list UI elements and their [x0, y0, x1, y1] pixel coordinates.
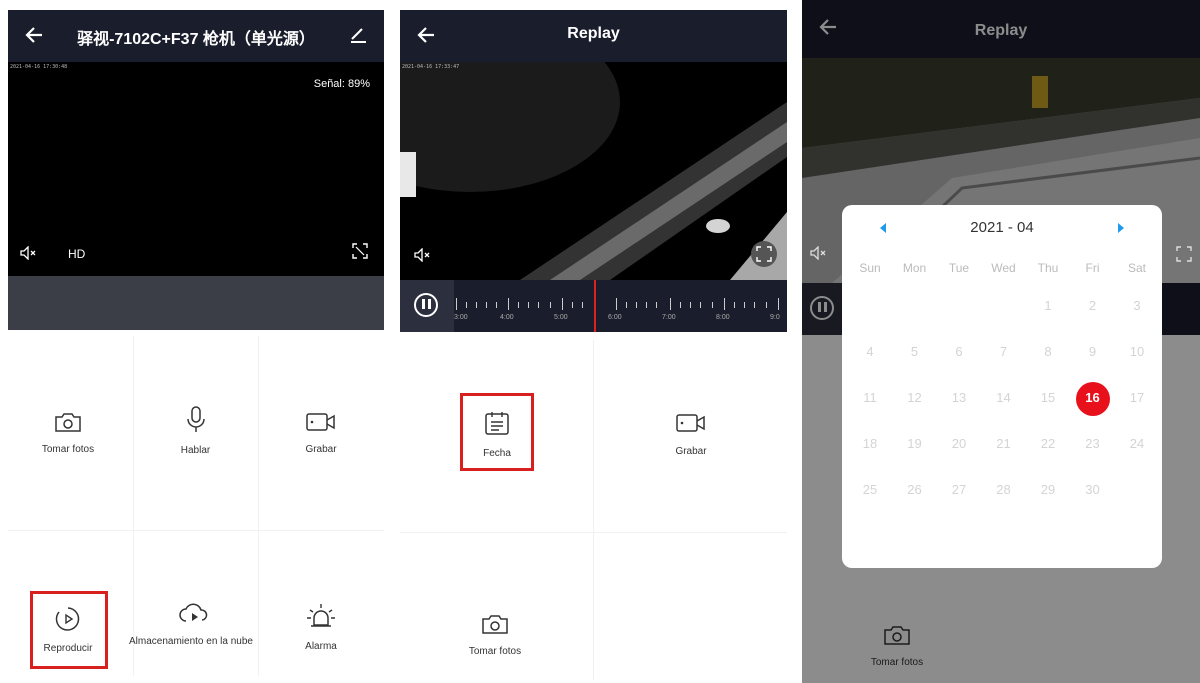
calendar-day[interactable]: 19	[893, 436, 937, 451]
timeline-label: 9:0	[770, 314, 780, 321]
calendar-day[interactable]: 22	[1026, 436, 1070, 451]
calendar-day[interactable]: 9	[1071, 344, 1115, 359]
video-timestamp: 2021-04-16 17:33:47	[402, 64, 460, 70]
take-photo-label: Tomar fotos	[41, 444, 95, 455]
calendar-day[interactable]: 1	[1026, 298, 1070, 313]
hd-toggle[interactable]: HD	[68, 247, 85, 261]
calendar-day[interactable]: 29	[1026, 482, 1070, 497]
talk-label: Hablar	[180, 445, 211, 456]
replay-screen: Replay 2021-04-16 17:33:47 3:00 4:00 5:0…	[400, 0, 787, 683]
calendar-day[interactable]: 25	[848, 482, 892, 497]
fullscreen-icon	[1176, 246, 1192, 262]
timeline-label: 4:00	[500, 314, 514, 321]
highlight-box	[30, 591, 108, 669]
take-photo-button[interactable]: Tomar fotos	[455, 612, 535, 657]
edit-icon[interactable]	[348, 24, 368, 44]
weekday-label: Tue	[948, 261, 970, 275]
timeline-bar[interactable]: 3:00 4:00 5:00 6:00 7:00 8:00 9:0	[400, 280, 787, 332]
weekday-label: Wed	[991, 261, 1016, 275]
calendar-day[interactable]: 17	[1115, 390, 1159, 405]
control-strip	[8, 276, 384, 330]
grid-divider	[400, 532, 787, 533]
calendar-day[interactable]: 7	[982, 344, 1026, 359]
calendar-day[interactable]: 5	[893, 344, 937, 359]
calendar-day[interactable]: 24	[1115, 436, 1159, 451]
signal-strength: Señal: 89%	[313, 78, 370, 90]
record-label: Grabar	[675, 446, 707, 457]
calendar-day[interactable]: 18	[848, 436, 892, 451]
replay-video[interactable]: 2021-04-16 17:33:47	[400, 62, 787, 280]
timeline-label: 5:00	[554, 314, 568, 321]
calendar-day[interactable]: 4	[848, 344, 892, 359]
selected-day[interactable]: 16	[1071, 390, 1115, 405]
mute-icon	[810, 246, 826, 260]
calendar-day[interactable]: 8	[1026, 344, 1070, 359]
video-frame	[400, 62, 787, 280]
grid-divider	[8, 530, 384, 531]
calendar-day[interactable]: 14	[982, 390, 1026, 405]
take-photo-button[interactable]: Tomar fotos	[8, 410, 128, 455]
timeline-label: 3:00	[454, 314, 468, 321]
calendar-day[interactable]: 2	[1071, 298, 1115, 313]
mute-icon[interactable]	[414, 248, 432, 262]
calendar-day[interactable]: 6	[937, 344, 981, 359]
weekday-label: Thu	[1037, 261, 1059, 275]
timeline-label: 7:00	[662, 314, 676, 321]
grid-divider	[593, 340, 594, 680]
fullscreen-icon[interactable]	[352, 243, 368, 259]
cloud-storage-button[interactable]: Almacenamiento en la nube	[129, 600, 254, 647]
date-picker: 2021 - 04 Sun Mon Tue Wed Thu Fri Sat 12345678…	[842, 205, 1162, 568]
top-bar: Replay	[400, 10, 787, 62]
calendar-day[interactable]: 23	[1071, 436, 1115, 451]
record-label: Grabar	[305, 444, 337, 455]
weekday-label: Sun	[859, 261, 881, 275]
mute-icon[interactable]	[20, 246, 38, 260]
timeline-cursor[interactable]	[594, 280, 596, 332]
microphone-icon	[186, 406, 205, 432]
calendar-day[interactable]: 21	[982, 436, 1026, 451]
calendar-day[interactable]: 12	[893, 390, 937, 405]
calendar-day[interactable]: 30	[1071, 482, 1115, 497]
top-bar: 驿视-7102C+F37 枪机（单光源）	[8, 10, 384, 62]
record-button[interactable]: Grabar	[650, 410, 732, 457]
calendar-day[interactable]: 13	[937, 390, 981, 405]
month-label: 2021 - 04	[970, 219, 1034, 236]
calendar-day[interactable]: 15	[1026, 390, 1070, 405]
next-month-icon[interactable]	[1118, 223, 1124, 233]
pause-button[interactable]	[400, 280, 454, 332]
calendar-day[interactable]: 28	[982, 482, 1026, 497]
live-video[interactable]: 2021-04-16 17:30:48 Señal: 89% HD	[8, 62, 384, 276]
calendar-day[interactable]: 3	[1115, 298, 1159, 313]
cloud-play-icon	[179, 603, 208, 622]
calendar-day[interactable]: 27	[937, 482, 981, 497]
timeline-label: 8:00	[716, 314, 730, 321]
highlight-box	[460, 393, 534, 471]
video-record-icon	[306, 413, 335, 431]
device-title: 驿视-7102C+F37 枪机（单光源）	[77, 31, 315, 48]
weekday-label: Sat	[1127, 261, 1146, 275]
camera-icon	[55, 413, 81, 432]
calendar-day[interactable]: 11	[848, 390, 892, 405]
weekday-label: Fri	[1085, 261, 1100, 275]
live-view-screen: 驿视-7102C+F37 枪机（单光源） 2021-04-16 17:30:48…	[8, 0, 384, 683]
weekday-label: Mon	[902, 261, 927, 275]
calendar-day[interactable]: 20	[937, 436, 981, 451]
talk-button[interactable]: Hablar	[133, 405, 258, 456]
take-photo-label: Tomar fotos	[468, 646, 522, 657]
record-button[interactable]: Grabar	[258, 410, 384, 455]
fullscreen-icon[interactable]	[750, 240, 778, 268]
pause-icon	[414, 293, 438, 317]
alarm-icon	[307, 604, 335, 627]
calendar-day[interactable]: 26	[893, 482, 937, 497]
replay-calendar-screen: Replay Tomar fotos 2021 - 04 Sun Mon Tue We…	[802, 0, 1200, 683]
cloud-storage-label: Almacenamiento en la nube	[129, 636, 253, 647]
timeline-label: 6:00	[608, 314, 622, 321]
calendar-day[interactable]: 10	[1115, 344, 1159, 359]
video-timestamp: 2021-04-16 17:30:48	[10, 64, 68, 70]
camera-icon	[482, 615, 508, 634]
alarm-label: Alarma	[305, 641, 337, 652]
video-record-icon	[676, 414, 705, 432]
page-title: Replay	[567, 25, 620, 42]
alarm-button[interactable]: Alarma	[258, 603, 384, 652]
